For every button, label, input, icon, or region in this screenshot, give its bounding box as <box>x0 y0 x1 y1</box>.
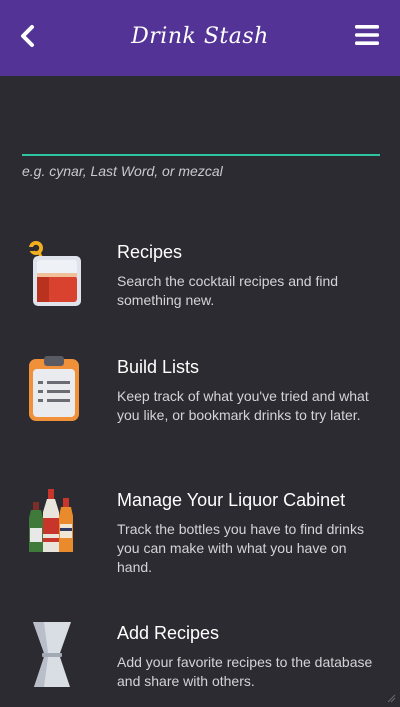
jigger-icon <box>22 621 84 691</box>
clipboard-list-icon <box>22 355 84 425</box>
feature-description: Keep track of what you've tried and what… <box>117 388 369 423</box>
cocktail-glass-icon <box>22 240 84 310</box>
top-app-bar: Drink Stash <box>0 0 400 76</box>
feature-title: Recipes <box>117 242 183 262</box>
feature-title: Build Lists <box>117 357 200 377</box>
hamburger-menu-icon <box>355 25 379 45</box>
app-title: Drink Stash <box>131 24 269 49</box>
menu-button[interactable] <box>354 22 380 48</box>
search-area: e.g. cynar, Last Word, or mezcal <box>22 118 380 179</box>
search-hint: e.g. cynar, Last Word, or mezcal <box>22 163 223 179</box>
feature-title: Manage Your Liquor Cabinet <box>117 490 346 510</box>
feature-title: Add Recipes <box>117 623 220 643</box>
feature-description: Add your favorite recipes to the databas… <box>117 654 373 689</box>
liquor-bottles-icon <box>22 488 84 558</box>
feature-description: Track the bottles you have to find drink… <box>117 521 364 575</box>
resize-grip-icon <box>387 694 396 703</box>
feature-description: Search the cocktail recipes and find som… <box>117 273 339 308</box>
search-input[interactable] <box>22 118 380 156</box>
